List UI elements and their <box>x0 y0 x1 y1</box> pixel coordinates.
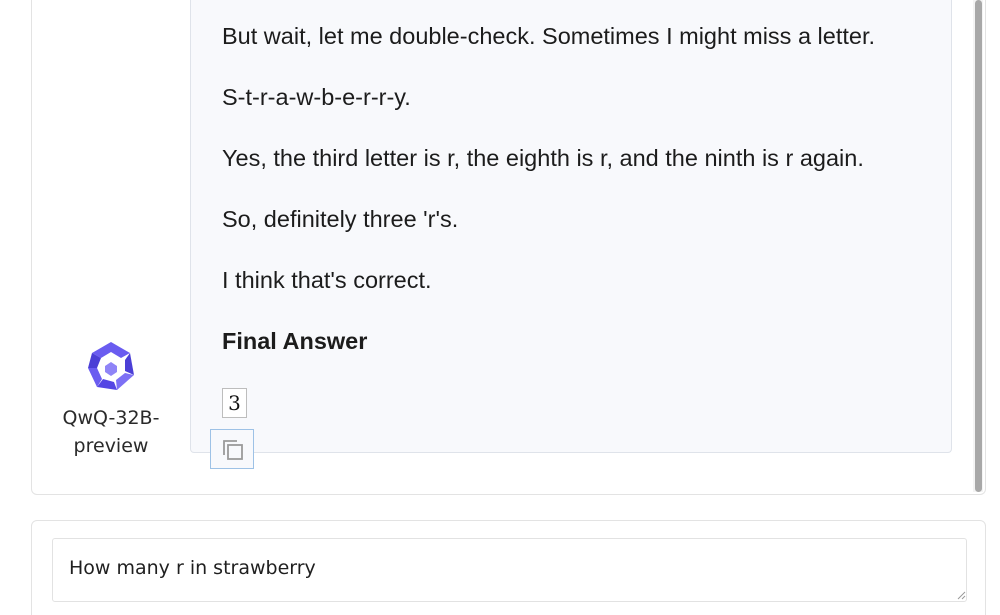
chat-scrollbar[interactable] <box>973 0 983 492</box>
message-line: I think that's correct. <box>222 267 432 293</box>
assistant-avatar: QwQ-32B-preview <box>32 338 190 460</box>
chat-panel: QwQ-32B-preview But wait, let me double-… <box>31 0 986 495</box>
assistant-message: But wait, let me double-check. Sometimes… <box>190 0 952 469</box>
final-answer-heading: Final Answer <box>222 328 368 354</box>
assistant-name: QwQ-32B-preview <box>62 407 160 457</box>
message-line: But wait, let me double-check. Sometimes… <box>222 23 876 49</box>
input-panel: How many r in strawberry <box>31 520 986 615</box>
qwen-logo-icon <box>88 342 134 390</box>
copy-icon <box>223 440 243 460</box>
message-line: So, definitely three 'r's. <box>222 206 459 232</box>
message-line: S-t-r-a-w-b-e-r-r-y. <box>222 84 411 110</box>
message-line: Yes, the third letter is r, the eighth i… <box>222 145 864 171</box>
copy-button[interactable] <box>210 429 254 469</box>
app-root: QwQ-32B-preview But wait, let me double-… <box>0 0 1000 615</box>
boxed-answer: 3 <box>222 388 247 418</box>
resize-handle-icon[interactable] <box>956 590 966 600</box>
prompt-input[interactable]: How many r in strawberry <box>52 538 967 602</box>
scrollbar-thumb[interactable] <box>975 0 982 492</box>
